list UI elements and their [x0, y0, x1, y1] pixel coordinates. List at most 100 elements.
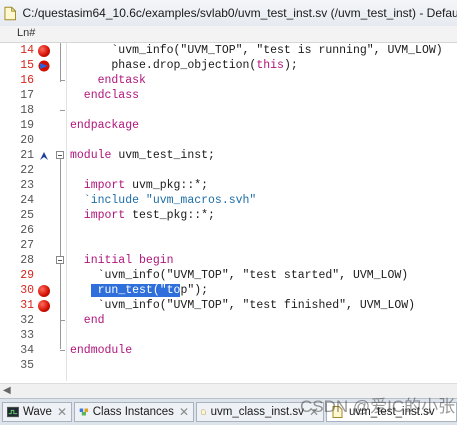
collapse-icon[interactable]: [56, 256, 64, 264]
code-line[interactable]: 16 endtask: [0, 73, 457, 88]
code-text: end: [70, 313, 105, 328]
code-line[interactable]: 32 end: [0, 313, 457, 328]
line-number: 25: [20, 209, 34, 222]
code-token: end: [70, 314, 105, 327]
line-number: 30: [20, 284, 34, 297]
code-token: `uvm_info("UVM_TOP", "test is running", …: [70, 44, 443, 57]
code-token: endmodule: [70, 344, 133, 357]
code-token: `uvm_info("UVM_TOP", "test finished", UV…: [70, 299, 416, 312]
collapse-icon[interactable]: [56, 151, 64, 159]
code-token: endclass: [70, 89, 140, 102]
close-icon[interactable]: ✕: [309, 405, 319, 419]
code-line[interactable]: 20: [0, 133, 457, 148]
code-text: `include "uvm_macros.svh": [70, 193, 257, 208]
code-token: );: [283, 59, 298, 72]
code-token: module: [70, 149, 112, 162]
code-token: test_pkg::*;: [125, 209, 215, 222]
code-text: endclass: [70, 88, 139, 103]
code-token: this: [256, 59, 284, 72]
line-number: 33: [20, 329, 34, 342]
code-line[interactable]: 30 run_test("top");: [0, 283, 457, 298]
code-text: endtask: [70, 73, 146, 88]
line-number: 32: [20, 314, 34, 327]
code-line[interactable]: 26: [0, 223, 457, 238]
code-text: endmodule: [70, 343, 132, 358]
code-token: import: [70, 179, 126, 192]
breakpoint-icon[interactable]: [38, 285, 50, 297]
scroll-left-icon[interactable]: ◀: [3, 385, 11, 396]
code-line[interactable]: 35: [0, 358, 457, 373]
code-line[interactable]: 33: [0, 328, 457, 343]
bookmark-icon[interactable]: [38, 150, 50, 162]
line-number: 18: [20, 104, 34, 117]
breakpoint-icon[interactable]: [38, 300, 50, 312]
fold-guide: [60, 257, 61, 319]
tab-label: uvm_test_inst.sv: [349, 406, 435, 418]
line-number: 22: [20, 164, 34, 177]
code-line[interactable]: 28 initial begin: [0, 253, 457, 268]
code-line[interactable]: 29 `uvm_info("UVM_TOP", "test started", …: [0, 268, 457, 283]
line-number: 16: [20, 74, 34, 87]
fold-end-tick: [60, 320, 65, 321]
code-text: import uvm_pkg::*;: [70, 178, 208, 193]
tab-class-instances[interactable]: Class Instances ✕: [74, 402, 194, 422]
code-line[interactable]: 15 phase.drop_objection(this);: [0, 58, 457, 73]
source-file-icon: [201, 409, 206, 415]
code-line[interactable]: 34 endmodule: [0, 343, 457, 358]
window-title: C:/questasim64_10.6c/examples/svlab0/uvm…: [22, 6, 457, 20]
code-token: uvm_pkg::*;: [125, 179, 209, 192]
code-line[interactable]: 27: [0, 238, 457, 253]
line-number: 20: [20, 134, 34, 147]
source-file-icon: [4, 6, 17, 20]
tab-uvm-class-inst[interactable]: uvm_class_inst.sv ✕: [196, 402, 324, 422]
code-line[interactable]: 18: [0, 103, 457, 118]
code-text: phase.drop_objection(this);: [70, 58, 298, 73]
code-line[interactable]: 31 `uvm_info("UVM_TOP", "test finished",…: [0, 298, 457, 313]
code-token: "uvm_macros.svh": [139, 194, 257, 207]
line-number: 17: [20, 89, 34, 102]
tab-wave[interactable]: Wave ✕: [2, 402, 72, 422]
code-line[interactable]: 22: [0, 163, 457, 178]
line-number: 21: [20, 149, 34, 162]
code-text: run_test("top");: [70, 283, 208, 298]
code-line[interactable]: 21 module uvm_test_inst;: [0, 148, 457, 163]
code-line[interactable]: 23 import uvm_pkg::*;: [0, 178, 457, 193]
class-instances-icon: [79, 408, 89, 416]
code-token: phase.drop_objection(: [70, 59, 257, 72]
line-number: 26: [20, 224, 34, 237]
code-text: import test_pkg::*;: [70, 208, 215, 223]
code-line[interactable]: 17 endclass: [0, 88, 457, 103]
code-token: initial begin: [70, 254, 174, 267]
fold-guide: [60, 43, 61, 82]
fold-end-tick: [60, 80, 65, 81]
breakpoint-icon[interactable]: [38, 45, 50, 57]
code-text: endpackage: [70, 118, 139, 133]
tab-label: uvm_class_inst.sv: [210, 406, 304, 418]
code-line[interactable]: 24 `include "uvm_macros.svh": [0, 193, 457, 208]
tab-uvm-test-inst[interactable]: uvm_test_inst.sv: [326, 402, 457, 422]
line-number: 28: [20, 254, 34, 267]
line-number: 31: [20, 299, 34, 312]
line-number: 35: [20, 359, 34, 372]
code-token: uvm_test_inst;: [111, 149, 215, 162]
code-text: `uvm_info("UVM_TOP", "test started", UVM…: [70, 268, 409, 283]
close-icon[interactable]: ✕: [179, 405, 189, 419]
code-line[interactable]: 19 endpackage: [0, 118, 457, 133]
execution-arrow-icon[interactable]: [38, 60, 50, 72]
code-token: `include: [70, 194, 140, 207]
code-text: `uvm_info("UVM_TOP", "test finished", UV…: [70, 298, 415, 313]
code-line[interactable]: 25 import test_pkg::*;: [0, 208, 457, 223]
selected-text: run_test("to: [90, 284, 181, 297]
horizontal-scrollbar[interactable]: ◀: [0, 383, 457, 398]
editor-column-header: Ln#: [0, 26, 457, 43]
code-token: `uvm_info("UVM_TOP", "test started", UVM…: [70, 269, 409, 282]
code-text: `uvm_info("UVM_TOP", "test is running", …: [70, 43, 443, 58]
line-number: 29: [20, 269, 34, 282]
code-token: import: [70, 209, 126, 222]
wave-icon: [7, 406, 19, 418]
fold-end-tick: [60, 110, 65, 111]
code-line[interactable]: 14 `uvm_info("UVM_TOP", "test is running…: [0, 43, 457, 58]
line-number: 34: [20, 344, 34, 357]
close-icon[interactable]: ✕: [57, 405, 67, 419]
